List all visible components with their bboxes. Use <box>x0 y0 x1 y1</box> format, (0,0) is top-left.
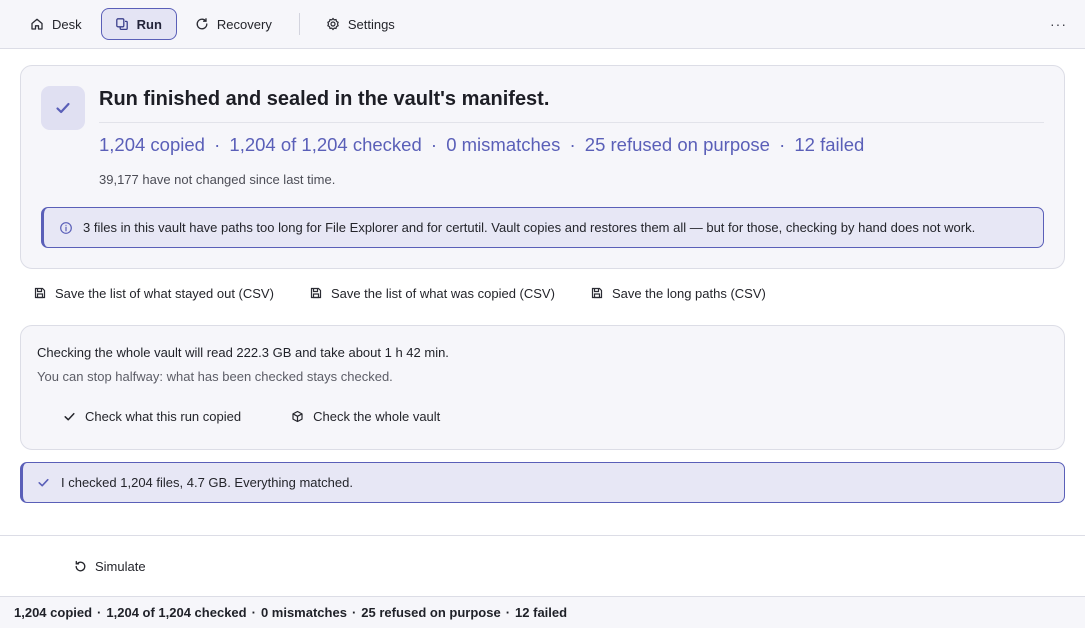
status-bar: 1,204 copied · 1,204 of 1,204 checked · … <box>0 596 1085 628</box>
simulate-divider <box>0 535 1085 536</box>
status-failed: 12 failed <box>515 605 568 620</box>
copy-icon <box>115 17 129 31</box>
stat-mismatches: 0 mismatches <box>446 134 561 155</box>
stat-checked: 1,204 of 1,204 checked <box>229 134 422 155</box>
save-stayed-out-csv-button[interactable]: Save the list of what stayed out (CSV) <box>20 286 288 301</box>
check-vault-label: Check the whole vault <box>313 408 441 424</box>
status-separator: · <box>351 605 357 620</box>
verify-card: Checking the whole vault will read 222.3… <box>20 325 1065 450</box>
check-run-label: Check what this run copied <box>85 408 242 424</box>
nav-divider <box>298 13 300 35</box>
save-stayed-out-label: Save the list of what stayed out (CSV) <box>55 285 274 301</box>
status-copied: 1,204 copied <box>14 605 93 620</box>
verify-actions: Check what this run copied Check the who… <box>51 406 478 426</box>
more-options-icon[interactable]: ··· <box>1046 12 1071 36</box>
verify-result-banner: I checked 1,204 files, 4.7 GB. Everythin… <box>20 462 1065 503</box>
nav-desk-label: Desk <box>52 16 82 32</box>
check-icon <box>63 410 76 423</box>
stat-refused: 25 refused on purpose <box>584 134 770 155</box>
stat-separator: · <box>569 134 576 155</box>
long-paths-notice: 3 files in this vault have paths too lon… <box>41 207 1044 248</box>
nav-desk-button[interactable]: Desk <box>16 8 97 40</box>
save-copied-label: Save the list of what was copied (CSV) <box>330 285 555 301</box>
verify-result-text: I checked 1,204 files, 4.7 GB. Everythin… <box>61 475 353 490</box>
save-long-paths-csv-button[interactable]: Save the long paths (CSV) <box>577 286 780 301</box>
status-separator: · <box>251 605 256 620</box>
stat-separator: · <box>214 134 221 155</box>
export-actions: Save the list of what stayed out (CSV) S… <box>20 281 788 305</box>
stat-separator: · <box>779 134 786 155</box>
success-check-icon <box>41 86 85 130</box>
save-long-paths-label: Save the long paths (CSV) <box>611 285 766 301</box>
stat-copied: 1,204 copied <box>99 134 205 155</box>
unchanged-note: 39,177 have not changed since last time. <box>99 172 336 187</box>
simulate-button[interactable]: Simulate <box>62 556 158 576</box>
save-icon <box>591 287 603 299</box>
nav-run-label: Run <box>136 16 162 32</box>
nav-run-button[interactable]: Run <box>100 8 177 40</box>
top-nav-bar: Desk Run Recovery Settings ··· <box>0 0 1085 49</box>
undo-icon <box>74 560 87 573</box>
status-separator: · <box>505 605 511 620</box>
settings-icon <box>326 17 340 31</box>
verify-hint: You can stop halfway: what has been chec… <box>37 369 393 384</box>
cube-icon <box>291 410 304 423</box>
run-summary-card: Run finished and sealed in the vault's m… <box>20 65 1065 269</box>
check-icon <box>37 476 50 489</box>
check-run-button[interactable]: Check what this run copied <box>51 406 253 426</box>
home-icon <box>30 17 44 31</box>
nav-recovery-button[interactable]: Recovery <box>181 8 287 40</box>
status-checked: 1,204 of 1,204 checked <box>106 605 247 620</box>
verify-estimate: Checking the whole vault will read 222.3… <box>37 345 449 360</box>
stat-separator: · <box>430 134 438 155</box>
status-separator: · <box>97 605 102 620</box>
status-mismatches: 0 mismatches <box>260 605 347 620</box>
status-refused: 25 refused on purpose <box>361 605 501 620</box>
save-icon <box>34 287 46 299</box>
refresh-icon <box>195 17 209 31</box>
notice-text: 3 files in this vault have paths too lon… <box>83 220 976 235</box>
save-icon <box>310 287 322 299</box>
simulate-label: Simulate <box>95 558 146 574</box>
check-vault-button[interactable]: Check the whole vault <box>279 406 452 426</box>
save-copied-csv-button[interactable]: Save the list of what was copied (CSV) <box>296 286 569 301</box>
nav-recovery-label: Recovery <box>216 16 272 32</box>
nav-settings-label: Settings <box>347 16 395 32</box>
stat-failed: 12 failed <box>794 134 865 155</box>
summary-stats: 1,204 copied · 1,204 of 1,204 checked · … <box>99 134 864 156</box>
info-icon <box>59 221 73 235</box>
summary-title: Run finished and sealed in the vault's m… <box>99 88 550 110</box>
summary-divider <box>99 122 1044 123</box>
nav-settings-button[interactable]: Settings <box>312 8 410 40</box>
